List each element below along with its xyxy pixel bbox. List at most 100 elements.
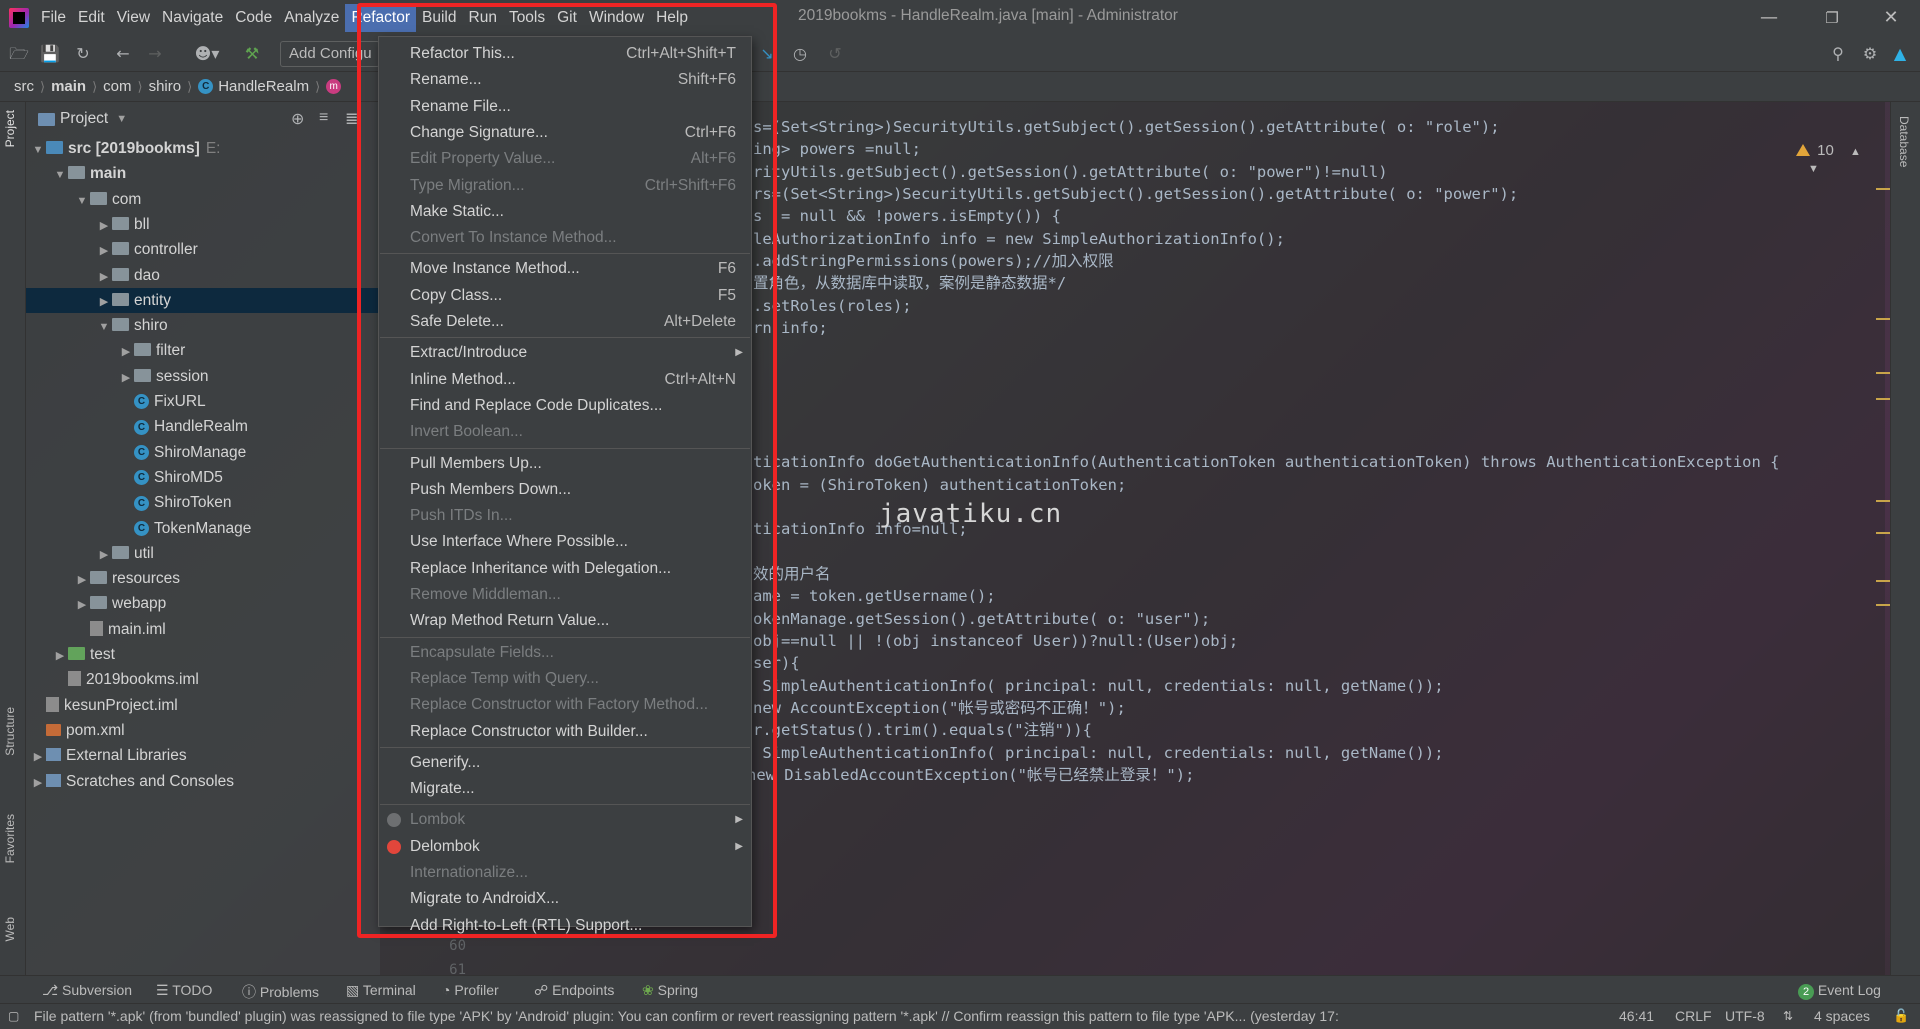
- scrollbar-marker[interactable]: [1876, 398, 1890, 400]
- subversion-tab[interactable]: ⎇ Subversion: [42, 982, 132, 999]
- chevron-right-icon[interactable]: ▶: [96, 239, 112, 264]
- history-clock-icon[interactable]: ◷: [790, 44, 810, 64]
- minimize-icon[interactable]: —: [1749, 4, 1789, 32]
- sync-icon[interactable]: ↻: [73, 44, 93, 64]
- back-icon[interactable]: ←: [113, 44, 133, 64]
- breadcrumb-handlerealm[interactable]: HandleRealm: [218, 78, 309, 95]
- chevron-down-icon[interactable]: ▼: [116, 113, 127, 125]
- tree-item-bll[interactable]: ▶ bll: [26, 212, 380, 237]
- tree-item-shiromd5[interactable]: C ShiroMD5: [26, 465, 380, 490]
- tree-item-entity[interactable]: ▶ entity: [26, 287, 380, 315]
- tree-item-tokenmanage[interactable]: C TokenManage: [26, 516, 380, 541]
- code-line[interactable]: ing> powers =null;: [753, 138, 921, 160]
- tree-item-pom-xml[interactable]: pom.xml: [26, 718, 380, 743]
- inspection-widget[interactable]: 10 ▲ ▼: [1796, 142, 1885, 176]
- plugin-logo-icon[interactable]: ▲: [1890, 44, 1910, 64]
- tree-item-dao[interactable]: ▶ dao: [26, 263, 380, 288]
- tree-item-fixurl[interactable]: C FixURL: [26, 389, 380, 414]
- code-line[interactable]: SimpleAuthenticationInfo( principal: nul…: [753, 675, 1443, 697]
- endpoints-tab[interactable]: ☍ Endpoints: [534, 982, 614, 999]
- scrollbar-marker[interactable]: [1876, 500, 1890, 502]
- chevron-right-icon[interactable]: ▶: [96, 543, 112, 568]
- code-line[interactable]: oken = (ShiroToken) authenticationToken;: [753, 474, 1126, 496]
- indent-setting[interactable]: 4 spaces: [1814, 1008, 1870, 1024]
- chevron-right-icon[interactable]: ▶: [96, 290, 112, 315]
- code-line[interactable]: obj==null || !(obj instanceof User))?nul…: [753, 630, 1238, 652]
- menu-analyze[interactable]: Analyze: [278, 4, 345, 32]
- tree-item-shiro[interactable]: ▼ shiro: [26, 313, 380, 338]
- menu-view[interactable]: View: [111, 4, 156, 32]
- code-line[interactable]: new AccountException("帐号或密码不正确！");: [753, 697, 1126, 719]
- breadcrumb-com[interactable]: com: [103, 78, 131, 95]
- git-icon[interactable]: ⇅: [1783, 1009, 1793, 1023]
- event-log-tab[interactable]: 2 Event Log: [1798, 982, 1881, 1000]
- chevron-right-icon[interactable]: ▶: [96, 214, 112, 239]
- search-icon[interactable]: ⚲: [1828, 44, 1848, 64]
- scrollbar-marker[interactable]: [1876, 532, 1890, 534]
- code-line[interactable]: r.getStatus().trim().equals("注销")){: [753, 719, 1092, 741]
- favorites-tool-tab[interactable]: Favorites: [3, 814, 17, 863]
- chevron-down-icon[interactable]: ▼: [1808, 163, 1819, 175]
- menu-code[interactable]: Code: [229, 4, 278, 32]
- menu-file[interactable]: File: [35, 4, 72, 32]
- web-tool-tab[interactable]: Web: [3, 917, 17, 941]
- open-folder-icon[interactable]: 🗁: [9, 44, 29, 64]
- code-line[interactable]: SimpleAuthenticationInfo( principal: nul…: [753, 742, 1443, 764]
- status-message[interactable]: File pattern '*.apk' (from 'bundled' plu…: [34, 1008, 1574, 1024]
- tree-item-shiromanage[interactable]: C ShiroManage: [26, 440, 380, 465]
- chevron-right-icon[interactable]: ▶: [118, 366, 134, 391]
- structure-tool-tab[interactable]: Structure: [3, 707, 17, 756]
- scrollbar-marker[interactable]: [1876, 318, 1890, 320]
- scrollbar-marker[interactable]: [1876, 188, 1890, 190]
- code-line[interactable]: 置角色，从数据库中读取，案例是静态数据*/: [753, 272, 1066, 294]
- chevron-up-icon[interactable]: ▲: [1850, 146, 1861, 158]
- locate-target-icon[interactable]: ⊕: [291, 109, 304, 129]
- tree-item-handlerealm[interactable]: C HandleRealm: [26, 414, 380, 439]
- todo-tab[interactable]: ☰ TODO: [156, 982, 212, 999]
- rollback-icon[interactable]: ↺: [825, 44, 845, 64]
- tree-item-session[interactable]: ▶ session: [26, 364, 380, 389]
- settings-gear-icon[interactable]: ⚙: [1860, 44, 1880, 64]
- tree-item-webapp[interactable]: ▶ webapp: [26, 591, 380, 616]
- tree-item-controller[interactable]: ▶ controller: [26, 237, 380, 262]
- tree-item-main-iml[interactable]: main.iml: [26, 617, 380, 642]
- code-line[interactable]: okenManage.getSession().getAttribute( o:…: [753, 608, 1210, 630]
- spring-tab[interactable]: ❀ Spring: [642, 982, 698, 999]
- tree-item-util[interactable]: ▶ util: [26, 541, 380, 566]
- tree-item-kesunproject-iml[interactable]: kesunProject.iml: [26, 693, 380, 718]
- menu-edit[interactable]: Edit: [72, 4, 111, 32]
- project-panel-title[interactable]: Project: [60, 110, 108, 128]
- close-icon[interactable]: ✕: [1871, 4, 1911, 32]
- scrollbar-marker[interactable]: [1876, 580, 1890, 582]
- status-panel-icon[interactable]: ▢: [8, 1009, 19, 1023]
- problems-tab[interactable]: ⓘ Problems: [242, 982, 319, 1002]
- tree-item-test[interactable]: ▶ test: [26, 642, 380, 667]
- chevron-right-icon[interactable]: ▶: [30, 745, 46, 770]
- tree-item-com[interactable]: ▼ com: [26, 187, 380, 212]
- code-line[interactable]: s = null && !powers.isEmpty()) {: [753, 205, 1061, 227]
- chevron-down-icon[interactable]: ▼: [30, 138, 46, 163]
- caret-position[interactable]: 46:41: [1619, 1008, 1654, 1024]
- tree-item-filter[interactable]: ▶ filter: [26, 338, 380, 363]
- project-tool-tab[interactable]: Project: [3, 110, 17, 147]
- menu-navigate[interactable]: Navigate: [156, 4, 229, 32]
- chevron-down-icon[interactable]: ▼: [74, 189, 90, 214]
- chevron-right-icon[interactable]: ▶: [96, 265, 112, 290]
- chevron-right-icon[interactable]: ▶: [30, 771, 46, 796]
- method-icon[interactable]: m: [326, 79, 342, 94]
- tree-item-external-libraries[interactable]: ▶ External Libraries: [26, 743, 380, 768]
- expand-all-icon[interactable]: ≡: [319, 109, 328, 127]
- line-separator[interactable]: CRLF: [1675, 1008, 1712, 1024]
- restore-icon[interactable]: ❐: [1812, 4, 1852, 32]
- chevron-down-icon[interactable]: ▼: [52, 163, 68, 188]
- code-line[interactable]: leAuthorizationInfo info = new SimpleAut…: [753, 228, 1285, 250]
- code-line[interactable]: s=(Set<String>)SecurityUtils.getSubject(…: [753, 116, 1500, 138]
- code-line[interactable]: ame = token.getUsername();: [753, 585, 996, 607]
- breadcrumb-main[interactable]: main: [51, 78, 86, 95]
- tree-item-src-2019bookms[interactable]: ▼ src [2019bookms] E:: [26, 136, 380, 161]
- breadcrumb-shiro[interactable]: shiro: [149, 78, 182, 95]
- breadcrumb-src[interactable]: src: [14, 78, 34, 95]
- chevron-right-icon[interactable]: ▶: [74, 568, 90, 593]
- forward-icon[interactable]: →: [145, 44, 165, 64]
- save-icon[interactable]: 💾: [40, 44, 60, 64]
